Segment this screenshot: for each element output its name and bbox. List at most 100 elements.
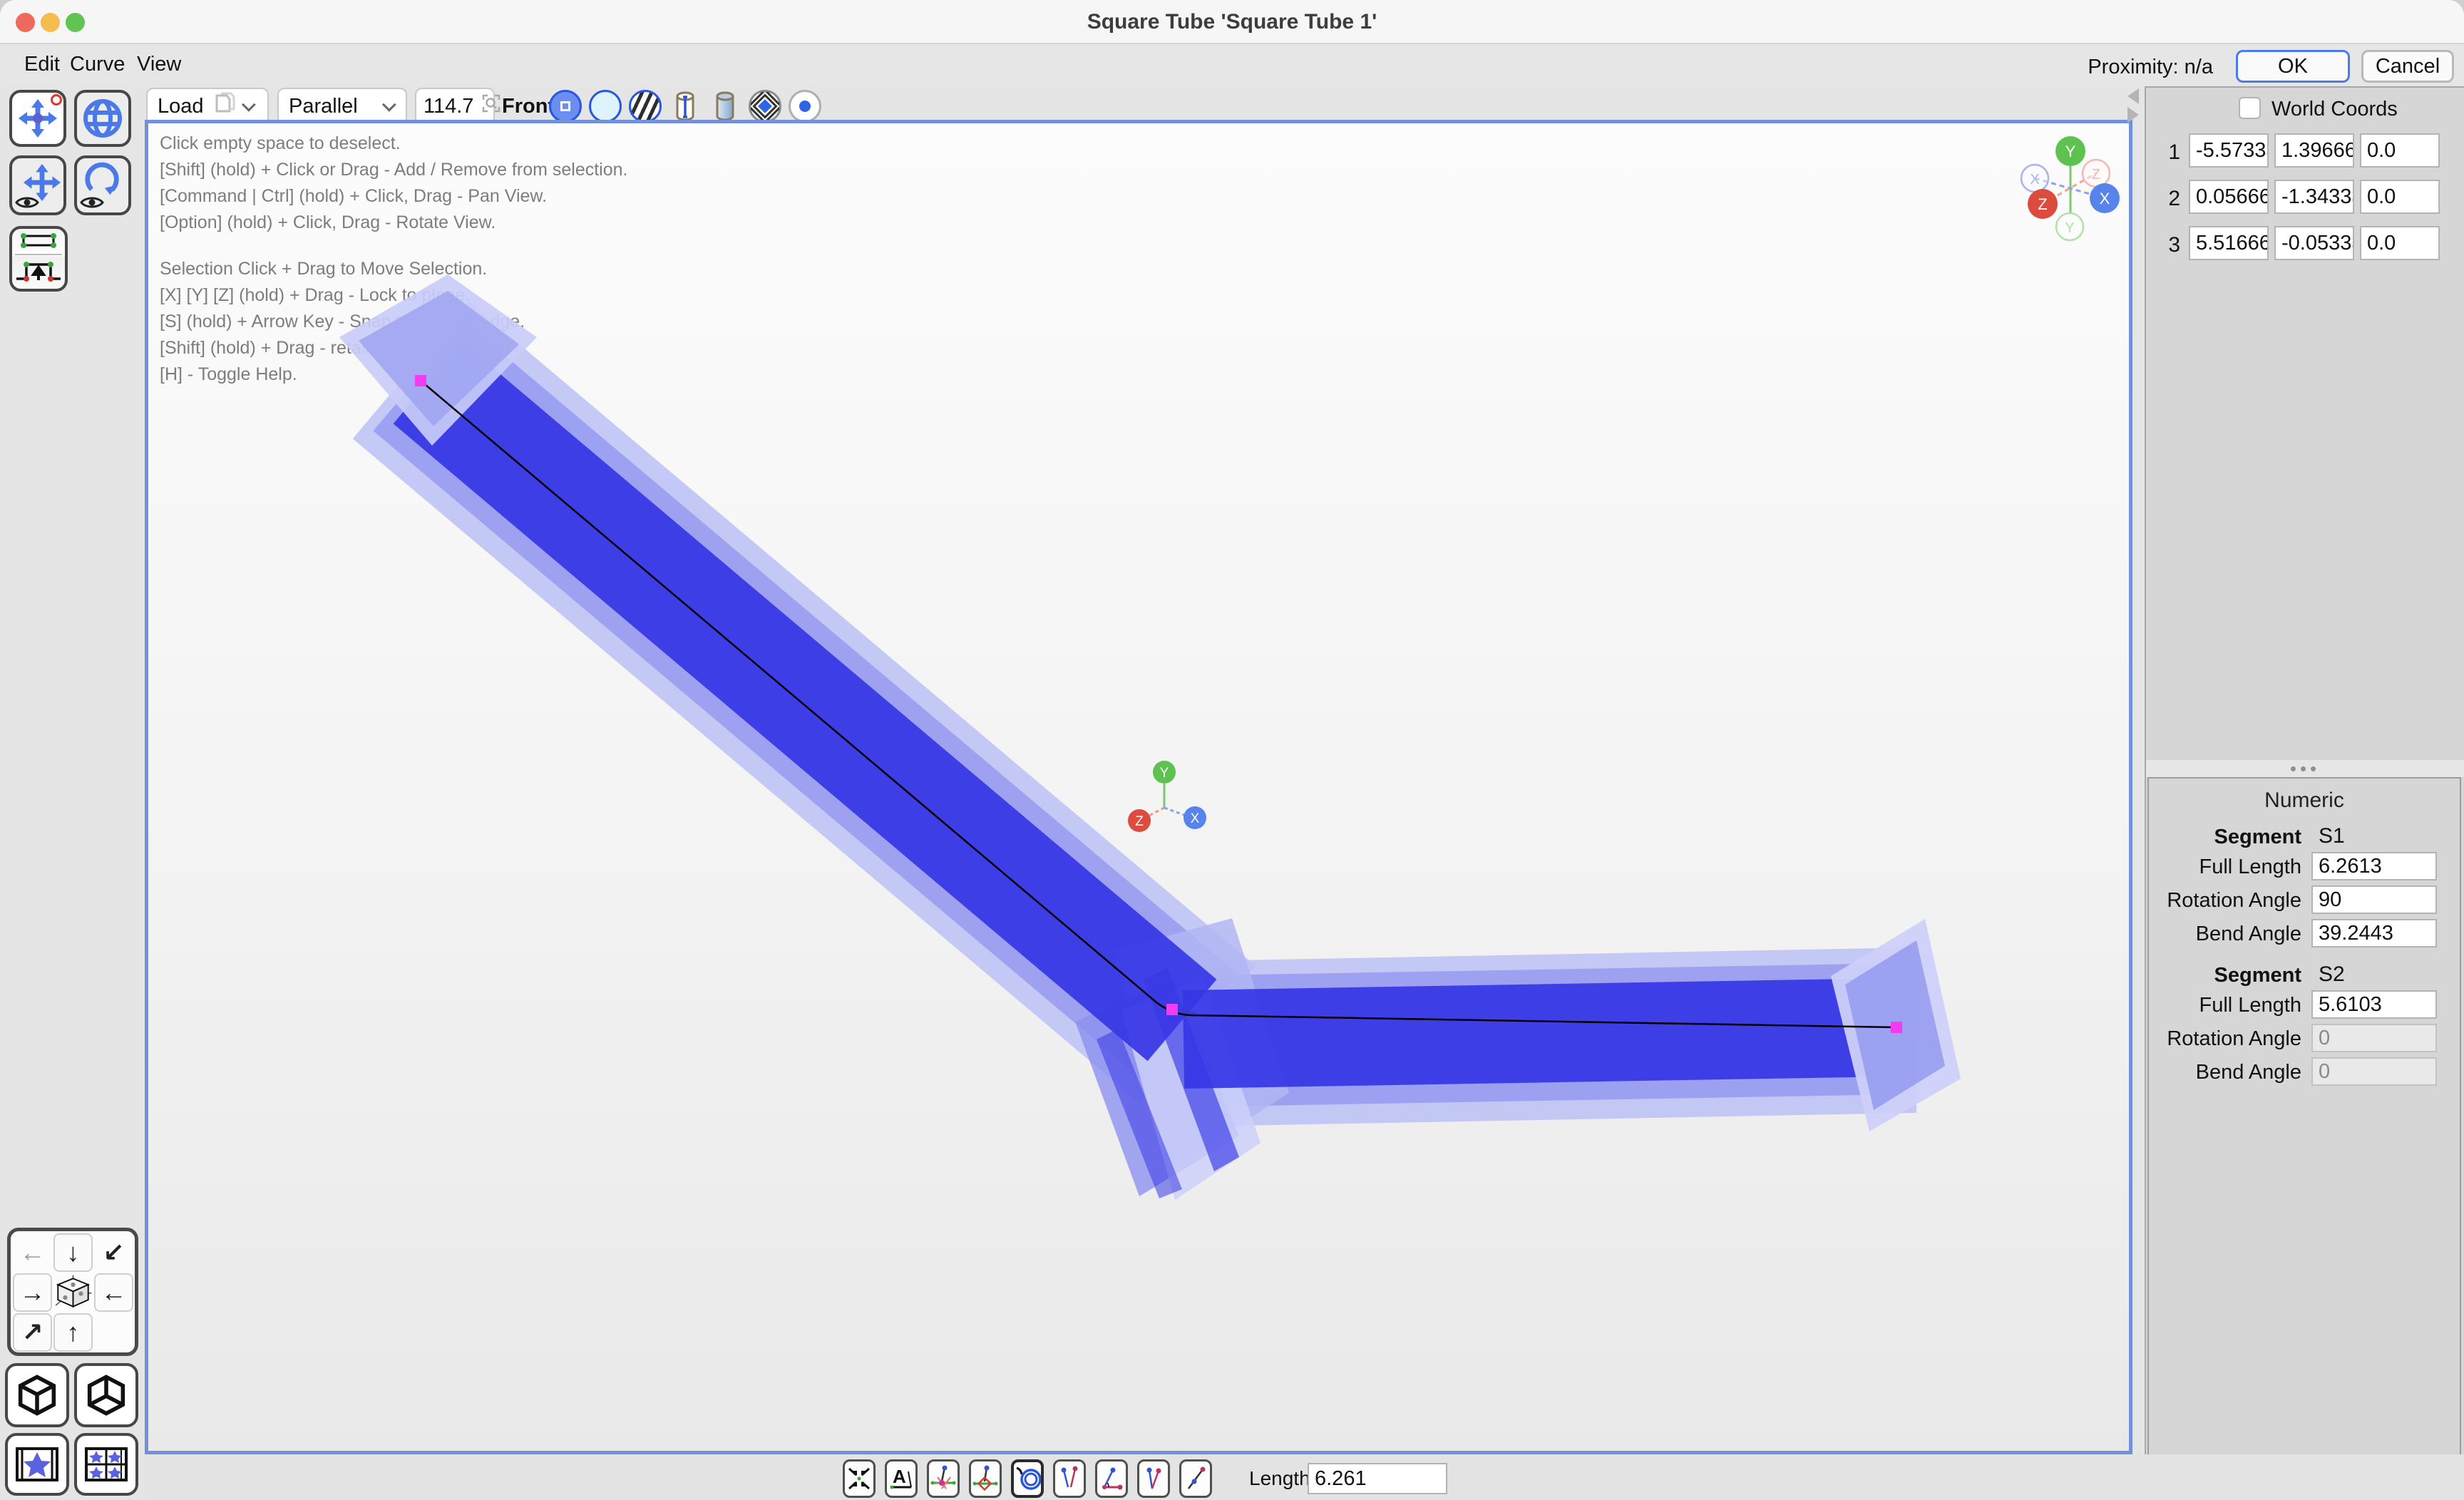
center-dot-glyph <box>799 101 811 112</box>
shaded-cylinder-icon[interactable] <box>709 90 741 123</box>
viewport-3d[interactable]: Click empty space to deselect. [Shift] (… <box>145 120 2132 1454</box>
curve-point-end[interactable] <box>1891 1022 1902 1033</box>
arc-circle-icon <box>1014 1464 1041 1494</box>
tube-s1-core <box>428 383 1182 1020</box>
curve-point-start[interactable] <box>415 375 426 386</box>
single-view-icon <box>15 1447 59 1482</box>
app-window: Square Tube 'Square Tube 1' Edit Curve V… <box>0 0 2464 1500</box>
title-bar: Square Tube 'Square Tube 1' <box>0 0 2464 44</box>
zoom-value: 114.7 <box>423 95 473 118</box>
diamond-material-icon[interactable] <box>749 90 781 123</box>
zebra-material-icon[interactable] <box>629 90 662 123</box>
cube-bottom-view-icon <box>86 1374 126 1417</box>
quad-view-icon <box>84 1447 128 1482</box>
view-orientation-gizmo[interactable]: X Z Y Y Z X <box>2021 136 2120 240</box>
svg-text:Z: Z <box>1135 814 1144 829</box>
svg-text:Z: Z <box>2038 195 2047 213</box>
iso-view-top-button[interactable] <box>5 1363 69 1427</box>
diamond-snap-tool-button[interactable] <box>969 1459 1002 1498</box>
eye-icon <box>80 195 104 210</box>
filled-profile-icon[interactable] <box>549 90 582 123</box>
world-coords-label: World Coords <box>2272 98 2398 121</box>
move-tool-button[interactable] <box>9 90 66 147</box>
chevron-down-icon <box>241 98 255 112</box>
coord-field-3x[interactable]: 5.51666 <box>2189 226 2269 260</box>
coord-field-2y[interactable]: -1.34333 <box>2274 180 2354 214</box>
nav-arrow-left-disabled: ← <box>13 1233 52 1272</box>
ok-button[interactable]: OK <box>2236 50 2350 83</box>
nav-arrow-up-right[interactable]: ↗ <box>13 1313 52 1352</box>
svg-text:Y: Y <box>2065 220 2074 236</box>
segment-1-full-length-field[interactable]: 6.2613 <box>2311 852 2437 880</box>
row-label: 2 <box>2159 187 2180 211</box>
svg-text:Y: Y <box>1160 766 1169 781</box>
tube-s2-core <box>1184 1027 1892 1039</box>
menu-curve[interactable]: Curve <box>70 53 125 76</box>
angle-a-tool-button[interactable]: A <box>885 1459 918 1498</box>
cancel-button[interactable]: Cancel <box>2361 50 2454 83</box>
arc-circle-tool-button[interactable] <box>1011 1459 1044 1498</box>
segment-2-full-length-field[interactable]: 5.6103 <box>2311 990 2437 1019</box>
two-lines-tool-button[interactable] <box>1053 1459 1086 1498</box>
coord-field-3z[interactable]: 0.0 <box>2360 226 2440 260</box>
bend-angle-label: Bend Angle <box>2149 1061 2301 1084</box>
segment-label: Segment <box>2149 826 2301 849</box>
coord-field-1y[interactable]: 1.39666 <box>2274 133 2354 168</box>
pan-view-button[interactable] <box>9 155 66 215</box>
profile-edit-button[interactable] <box>9 226 68 292</box>
coord-field-2z[interactable]: 0.0 <box>2360 180 2440 214</box>
panel-splitter[interactable]: ••• <box>2145 760 2464 777</box>
panel-expand-right-icon[interactable] <box>2127 107 2139 123</box>
segment-1-bend-angle-field[interactable]: 39.2443 <box>2311 919 2437 947</box>
row-label: 1 <box>2159 140 2180 165</box>
rotate-view-button[interactable] <box>74 155 131 215</box>
iso-view-bottom-button[interactable] <box>74 1363 138 1427</box>
wire-cylinder-icon[interactable] <box>669 90 702 123</box>
segment-2-name: S2 <box>2319 962 2345 987</box>
curve-point-bend[interactable] <box>1166 1004 1178 1015</box>
globe-tool-button[interactable] <box>74 90 131 147</box>
angle-measure-tool-button[interactable] <box>1095 1459 1128 1498</box>
length-label: Length <box>1249 1467 1310 1490</box>
nav-arrow-down[interactable]: ↓ <box>53 1233 93 1272</box>
selection-axis-gizmo: Y Z X <box>1128 761 1206 832</box>
quad-view-button[interactable] <box>74 1433 138 1496</box>
single-view-button[interactable] <box>5 1433 69 1496</box>
menu-view[interactable]: View <box>137 53 181 76</box>
panel-collapse-left-icon[interactable] <box>2127 88 2139 104</box>
scene-canvas[interactable]: Y Z X X Z Y Y Z X <box>148 123 2129 1451</box>
angle-measure-icon <box>1099 1464 1124 1493</box>
line-point-tool-button[interactable] <box>1179 1459 1212 1498</box>
two-lines-icon <box>1057 1464 1082 1493</box>
angle-a-icon: A <box>888 1464 914 1493</box>
segment-label: Segment <box>2149 964 2301 987</box>
profile-pages-icon <box>212 91 237 121</box>
bend-angle-label: Bend Angle <box>2149 923 2301 946</box>
nav-arrow-right[interactable]: → <box>13 1273 52 1312</box>
svg-text:A: A <box>893 1466 906 1487</box>
menu-edit[interactable]: Edit <box>24 53 60 76</box>
world-coords-checkbox[interactable] <box>2239 97 2261 119</box>
nav-arrow-down-left[interactable]: ↙ <box>94 1233 133 1272</box>
segment-2-rotation-angle-field: 0 <box>2311 1024 2437 1052</box>
length-field[interactable]: 6.261 <box>1308 1463 1447 1494</box>
coord-field-3y[interactable]: -0.05333 <box>2274 226 2354 260</box>
point-snap-tool-button[interactable] <box>927 1459 960 1498</box>
view-nav-pad: ← ↓ ↙ → ← ↗ ↑ <box>7 1228 138 1356</box>
coord-field-1z[interactable]: 0.0 <box>2360 133 2440 168</box>
record-badge-icon <box>51 94 62 106</box>
cube-top-view-icon <box>17 1374 57 1417</box>
coord-field-1x[interactable]: -5.57333 <box>2189 133 2269 168</box>
segment-1-rotation-angle-field[interactable]: 90 <box>2311 885 2437 914</box>
diamond-snap-icon <box>972 1464 998 1493</box>
coord-field-2x[interactable]: 0.05666 <box>2189 180 2269 214</box>
nav-arrow-up[interactable]: ↑ <box>53 1313 93 1352</box>
center-point-icon[interactable] <box>789 90 821 123</box>
nav-arrow-left[interactable]: ← <box>94 1273 133 1312</box>
hollow-profile-icon[interactable] <box>589 90 622 123</box>
menu-bar: Edit Curve View Proximity: n/a OK Cancel <box>0 46 2464 84</box>
window-title: Square Tube 'Square Tube 1' <box>0 10 2464 34</box>
converge-tool-button[interactable] <box>843 1459 876 1498</box>
v-lines-tool-button[interactable] <box>1137 1459 1170 1498</box>
zoom-magnifier-icon <box>482 94 500 118</box>
